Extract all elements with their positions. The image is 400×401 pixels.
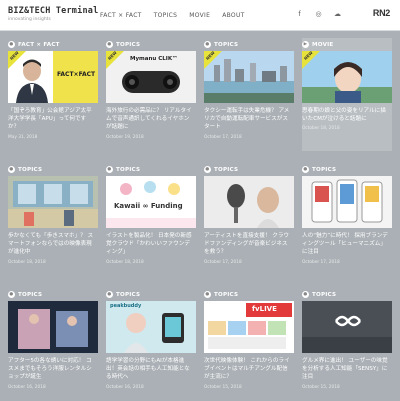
article-title[interactable]: 歩かなくても「歩きスマホ」？ スマートフォンならではの映像表現が進化中 bbox=[8, 232, 98, 257]
fashion-image bbox=[8, 301, 98, 353]
category-icon: ● bbox=[106, 41, 113, 48]
nav-topics[interactable]: TOPICS bbox=[154, 12, 178, 19]
article-thumbnail[interactable]: NEW bbox=[302, 51, 392, 103]
category-icon: ● bbox=[106, 291, 113, 298]
category-tag: ● TOPICS bbox=[204, 291, 239, 298]
category-tag: ● TOPICS bbox=[204, 166, 239, 173]
article-title[interactable]: 語学学習の分野にもAIが本格進出！英会話の相手も人工知能となる時代へ bbox=[106, 357, 196, 382]
article-card[interactable]: ● TOPICS Mymanu CLIK™ NEW 海外旅行の必需品に？ リアルタ… bbox=[106, 38, 196, 151]
article-card[interactable]: ● TOPICS peakbuddy 語学学習の分野にもAIが本格進出！英会話の相… bbox=[106, 288, 196, 401]
article-title[interactable]: 思春期の娘と父の姿をリアルに描いたCMが泣けると話題に bbox=[302, 107, 392, 123]
nav-movie[interactable]: MOVIE bbox=[189, 12, 210, 19]
article-thumbnail[interactable]: NEW bbox=[204, 51, 294, 103]
category-tag: ● TOPICS bbox=[204, 41, 239, 48]
category-tag: ● TOPICS bbox=[106, 166, 141, 173]
article-card[interactable]: ● TOPICS グルメ界に進出！ ユーザーの味覚を分析する人工知能「SENSY」… bbox=[302, 288, 392, 401]
article-thumbnail[interactable] bbox=[302, 176, 392, 228]
article-date: October 18, 2018 bbox=[302, 126, 340, 132]
article-date: October 16, 2018 bbox=[106, 384, 144, 390]
article-date: May 31, 2018 bbox=[8, 134, 38, 140]
category-icon: ● bbox=[204, 291, 211, 298]
category-icon: ● bbox=[8, 291, 15, 298]
soundcloud-icon[interactable]: ☁ bbox=[333, 9, 342, 18]
article-title[interactable]: アーティストを直接支援！ クラウドファンディングが音楽ビジネスを救う？ bbox=[204, 232, 294, 257]
main-nav: FACT × FACT TOPICS MOVIE ABOUT bbox=[100, 0, 245, 30]
top-bar: BIZ&TECH Terminal innovating insights FA… bbox=[0, 0, 400, 31]
article-thumbnail[interactable] bbox=[8, 301, 98, 353]
article-date: October 18, 2018 bbox=[8, 259, 46, 265]
article-card[interactable]: ● TOPICS 人の“魅力”に時代！ 採用ブランディングツール「ヒューマニズム」… bbox=[302, 163, 392, 276]
kawaii-funding-logo: Kawaii ∞ Funding bbox=[114, 202, 183, 210]
fvlive-logo: fvLIVE bbox=[252, 305, 277, 313]
article-title[interactable]: グルメ界に進出！ ユーザーの味覚を分析する人工知能「SENSY」に注目 bbox=[302, 357, 392, 382]
article-title[interactable]: イラストを製品化！ 日本発の新感覚クラウド「かわいいファウンディング」 bbox=[106, 232, 196, 257]
microphone-image bbox=[204, 176, 294, 228]
category-icon: ● bbox=[302, 166, 309, 173]
article-date: October 17, 2018 bbox=[204, 134, 242, 140]
category-tag: ● TOPICS bbox=[302, 166, 337, 173]
article-thumbnail[interactable]: Mymanu CLIK™ NEW bbox=[106, 51, 196, 103]
category-tag: ● FACT × FACT bbox=[8, 41, 60, 48]
article-card[interactable]: ● TOPICS Kawaii ∞ Funding イラストを製品化！ 日本発の新… bbox=[106, 163, 196, 276]
article-thumbnail[interactable]: fvLIVE bbox=[204, 301, 294, 353]
article-card[interactable]: ● FACT × FACT FACT×FACT NEW 「国ぞろ教育」公会館アジア… bbox=[8, 38, 98, 151]
facebook-icon[interactable]: f bbox=[295, 9, 304, 18]
article-date: October 16, 2018 bbox=[8, 384, 46, 390]
article-grid: ● FACT × FACT FACT×FACT NEW 「国ぞろ教育」公会館アジア… bbox=[8, 38, 392, 401]
category-icon: ● bbox=[8, 41, 15, 48]
phones-image bbox=[302, 176, 392, 228]
site-logo[interactable]: BIZ&TECH Terminal innovating insights bbox=[8, 6, 98, 22]
category-icon: ● bbox=[8, 166, 15, 173]
category-tag: ● TOPICS bbox=[106, 41, 141, 48]
brand-logo[interactable]: RN2 bbox=[373, 8, 390, 18]
article-card[interactable]: ● TOPICS アフター5の各な誘いに対応！ コスメまでもそろう洋服レンタルショ… bbox=[8, 288, 98, 401]
play-icon: ▶ bbox=[302, 41, 309, 48]
article-thumbnail[interactable] bbox=[204, 176, 294, 228]
article-title[interactable]: タクシー運転手は失業危機？ アメリカで自動運転配車サービスがスタート bbox=[204, 107, 294, 132]
article-date: October 15, 2018 bbox=[204, 384, 242, 390]
article-date: October 19, 2018 bbox=[106, 134, 144, 140]
article-card[interactable]: ● TOPICS NEW タクシー運転手は失業危機？ アメリカで自動運転配車サービ… bbox=[204, 38, 294, 151]
category-tag: ▶ MOVIE bbox=[302, 41, 334, 48]
article-thumbnail[interactable]: FACT×FACT NEW bbox=[8, 51, 98, 103]
fact-fact-logo: FACT×FACT bbox=[57, 71, 96, 78]
app-logo: peakbuddy bbox=[110, 303, 142, 309]
category-tag: ● TOPICS bbox=[8, 166, 43, 173]
category-tag: ● TOPICS bbox=[106, 291, 141, 298]
category-icon: ● bbox=[204, 166, 211, 173]
sensy-image bbox=[302, 301, 392, 353]
article-thumbnail[interactable]: Kawaii ∞ Funding bbox=[106, 176, 196, 228]
article-thumbnail[interactable] bbox=[8, 176, 98, 228]
article-thumbnail[interactable]: peakbuddy bbox=[106, 301, 196, 353]
article-title[interactable]: 「国ぞろ教育」公会館アジア太平洋大学学長「APU」って何ですか？ bbox=[8, 107, 98, 132]
train-image bbox=[8, 176, 98, 228]
article-card[interactable]: ● TOPICS fvLIVE 次世代映像体験！ これからのライブイベントはマルチ… bbox=[204, 288, 294, 401]
article-title[interactable]: アフター5の各な誘いに対応！ コスメまでもそろう洋服レンタルショップが誕生 bbox=[8, 357, 98, 382]
category-icon: ● bbox=[302, 291, 309, 298]
article-date: October 17, 2018 bbox=[204, 259, 242, 265]
article-thumbnail[interactable] bbox=[302, 301, 392, 353]
social-links: f ◎ ☁ bbox=[295, 9, 342, 18]
article-date: October 18, 2018 bbox=[106, 259, 144, 265]
nav-about[interactable]: ABOUT bbox=[222, 12, 244, 19]
nav-fact-fact[interactable]: FACT × FACT bbox=[100, 12, 142, 19]
article-card[interactable]: ▶ MOVIE NEW 思春期の娘と父の姿をリアルに描いたCMが泣けると話題に O… bbox=[302, 38, 392, 151]
article-title[interactable]: 人の“魅力”に時代！ 採用ブランディングツール「ヒューマニズム」に注目 bbox=[302, 232, 392, 257]
article-date: October 15, 2018 bbox=[302, 384, 340, 390]
category-tag: ● TOPICS bbox=[302, 291, 337, 298]
category-icon: ● bbox=[204, 41, 211, 48]
article-card[interactable]: ● TOPICS アーティストを直接支援！ クラウドファンディングが音楽ビジネスを… bbox=[204, 163, 294, 276]
article-date: October 17, 2018 bbox=[302, 259, 340, 265]
article-card[interactable]: ● TOPICS 歩かなくても「歩きスマホ」？ スマートフォンならではの映像表現が… bbox=[8, 163, 98, 276]
category-tag: ● TOPICS bbox=[8, 291, 43, 298]
category-icon: ● bbox=[106, 166, 113, 173]
product-name: Mymanu CLIK™ bbox=[130, 56, 178, 62]
instagram-icon[interactable]: ◎ bbox=[314, 9, 323, 18]
live-stream-image bbox=[204, 301, 294, 353]
article-title[interactable]: 海外旅行の必需品に？ リアルタイムで音声通訳してくれるイヤホンが話題に bbox=[106, 107, 196, 132]
article-title[interactable]: 次世代映像体験！ これからのライブイベントはマルチアングル配信が主流に？ bbox=[204, 357, 294, 382]
